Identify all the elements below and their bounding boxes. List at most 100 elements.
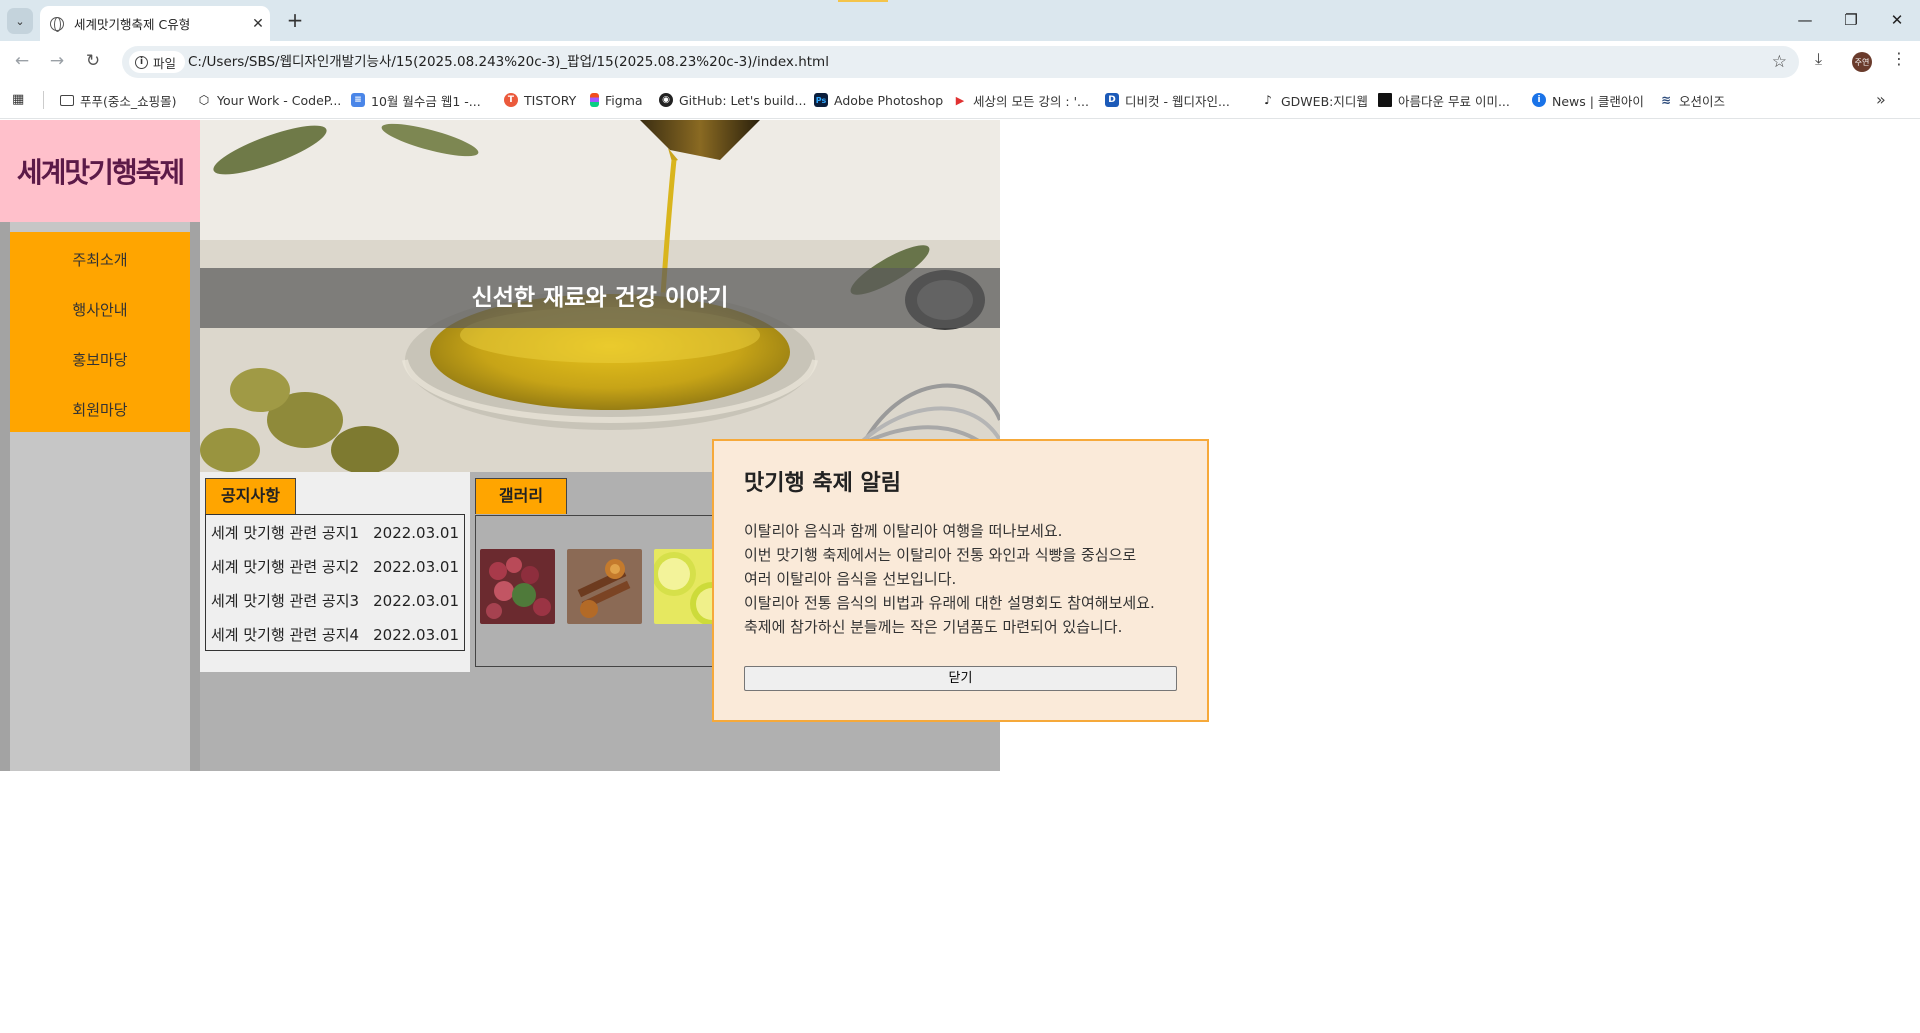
browser-tab[interactable]: 세계맛기행축제 C유형 ✕	[40, 6, 270, 41]
notice-section: 공지사항 세계 맛기행 관련 공지1 2022.03.01 세계 맛기행 관련 …	[200, 472, 470, 672]
gdweb-icon: ♪	[1264, 93, 1272, 107]
notice-title: 세계 맛기행 관련 공지3	[211, 592, 360, 610]
avatar[interactable]: 주연	[1852, 52, 1872, 72]
oceanis-icon: ≋	[1660, 93, 1672, 107]
bookmark-item[interactable]: ♪ GDWEB:지디웹	[1261, 89, 1368, 111]
tab-title: 세계맛기행축제 C유형	[74, 17, 191, 32]
bookmark-label: Figma	[605, 92, 643, 108]
nav-item-promo[interactable]: 홍보마당	[10, 335, 190, 385]
bookmark-item[interactable]: ⬡ Your Work - CodeP...	[197, 89, 342, 111]
bookmark-label: News | 클랜아이	[1552, 93, 1644, 109]
bookmark-item[interactable]: 아름다운 무료 이미...	[1378, 89, 1510, 111]
reload-icon[interactable]: ↻	[79, 47, 107, 75]
address-url[interactable]: C:/Users/SBS/웹디자인개발기능사/15(2025.08.243%20…	[188, 46, 829, 78]
nav-item-event[interactable]: 행사안내	[10, 285, 190, 335]
folder-icon	[60, 94, 74, 106]
play-icon: ▶	[955, 93, 965, 107]
restore-icon[interactable]: ❐	[1828, 6, 1874, 34]
popup-line: 축제에 참가하신 분들께는 작은 기념품도 마련되어 있습니다.	[744, 618, 1123, 636]
bookmark-item[interactable]: 푸푸(중소_쇼핑몰)	[60, 89, 177, 111]
figma-icon	[590, 93, 599, 107]
popup-line: 이번 맛기행 축제에서는 이탈리아 전통 와인과 식빵을 중심으로	[744, 546, 1137, 564]
bookmarks-divider	[43, 91, 44, 109]
docs-icon: ≡	[351, 93, 365, 107]
bookmark-item[interactable]: D 디비컷 - 웹디자인...	[1105, 89, 1230, 111]
apps-grid-icon[interactable]: ▦	[12, 92, 24, 107]
popup-line: 이탈리아 음식과 함께 이탈리아 여행을 떠나보세요.	[744, 522, 1063, 540]
info-icon: i	[135, 55, 148, 69]
notice-title: 세계 맛기행 관련 공지2	[211, 558, 360, 576]
globe-icon	[50, 16, 64, 32]
gallery-tab[interactable]: 갤러리	[475, 478, 567, 514]
bookmarks-overflow-icon[interactable]: »	[1876, 90, 1886, 109]
nav-area: 주최소개 행사안내 홍보마당 회원마당	[10, 222, 190, 771]
bookmark-label: 아름다운 무료 이미...	[1398, 93, 1510, 109]
notice-title: 세계 맛기행 관련 공지1	[211, 524, 360, 542]
popup-close-button[interactable]: 닫기	[744, 666, 1177, 691]
browser-toolbar: ← → ↻ i 파일 C:/Users/SBS/웹디자인개발기능사/15(202…	[0, 41, 1920, 81]
info-icon: i	[1532, 93, 1546, 107]
nav-item-member[interactable]: 회원마당	[10, 385, 190, 435]
list-item[interactable]: 세계 맛기행 관련 공지2 2022.03.01	[206, 553, 464, 587]
menu-kebab-icon[interactable]: ⋮	[1891, 49, 1907, 68]
bookmarks-bar: ▦ 푸푸(중소_쇼핑몰) ⬡ Your Work - CodeP... ≡ 10…	[0, 81, 1920, 119]
bookmark-label: 10월 월수금 웹1 -...	[371, 93, 481, 109]
bookmark-label: 푸푸(중소_쇼핑몰)	[80, 93, 177, 109]
new-tab-button[interactable]: +	[283, 8, 307, 32]
window-close-icon[interactable]: ✕	[1874, 6, 1920, 34]
bookmark-label: 디비컷 - 웹디자인...	[1125, 93, 1230, 109]
popup-line: 이탈리아 전통 음식의 비법과 유래에 대한 설명회도 참여해보세요.	[744, 594, 1155, 612]
notice-title: 세계 맛기행 관련 공지4	[211, 626, 360, 644]
notice-date: 2022.03.01	[373, 524, 459, 542]
bookmark-item[interactable]: ◉ GitHub: Let's build...	[659, 89, 806, 111]
tab-accent	[838, 0, 888, 2]
bookmark-label: GDWEB:지디웹	[1281, 93, 1368, 109]
bookmark-label: 오션이즈	[1679, 93, 1726, 109]
download-icon[interactable]: ⤓	[1815, 49, 1822, 69]
bookmark-item[interactable]: T TISTORY	[504, 89, 576, 111]
bookmark-item[interactable]: Ps Adobe Photoshop	[814, 89, 943, 111]
site-sidebar: 세계맛기행축제 주최소개 행사안내 홍보마당 회원마당	[0, 120, 200, 771]
bookmark-item[interactable]: ≋ 오션이즈	[1659, 89, 1725, 111]
list-item[interactable]: 세계 맛기행 관련 공지1 2022.03.01	[206, 519, 464, 553]
browser-tab-bar: ⌄ 세계맛기행축제 C유형 ✕ + — ❐ ✕	[0, 0, 1920, 41]
notice-popup: 맛기행 축제 알림 이탈리아 음식과 함께 이탈리아 여행을 떠나보세요. 이번…	[712, 439, 1209, 722]
address-bar[interactable]: i 파일 C:/Users/SBS/웹디자인개발기능사/15(2025.08.2…	[122, 46, 1799, 78]
tab-search-chevron-icon[interactable]: ⌄	[7, 8, 33, 34]
dbcut-icon: D	[1105, 93, 1119, 107]
main-nav: 주최소개 행사안내 홍보마당 회원마당	[10, 232, 190, 432]
bookmark-item[interactable]: ▶ 세상의 모든 강의 : '...	[953, 89, 1089, 111]
nav-item-host[interactable]: 주최소개	[10, 235, 190, 285]
gallery-spices-image[interactable]	[567, 549, 642, 624]
bookmark-item[interactable]: Figma	[590, 89, 643, 111]
slide-caption: 신선한 재료와 건강 이야기	[200, 268, 1000, 328]
notice-date: 2022.03.01	[373, 626, 459, 644]
github-icon: ◉	[659, 93, 673, 107]
bookmark-star-icon[interactable]: ☆	[1772, 52, 1787, 72]
popup-title: 맛기행 축제 알림	[744, 471, 901, 496]
bookmark-label: Adobe Photoshop	[834, 92, 944, 108]
bookmark-item[interactable]: ≡ 10월 월수금 웹1 -...	[351, 89, 481, 111]
notice-list: 세계 맛기행 관련 공지1 2022.03.01 세계 맛기행 관련 공지2 2…	[205, 514, 465, 651]
list-item[interactable]: 세계 맛기행 관련 공지4 2022.03.01	[206, 621, 464, 655]
list-item[interactable]: 세계 맛기행 관련 공지3 2022.03.01	[206, 587, 464, 621]
tab-close-icon[interactable]: ✕	[246, 16, 270, 32]
forward-icon[interactable]: →	[43, 47, 71, 75]
gallery-grapes-image[interactable]	[480, 549, 555, 624]
notice-tab[interactable]: 공지사항	[205, 478, 296, 514]
tistory-icon: T	[504, 93, 518, 107]
site-info-chip[interactable]: i 파일	[129, 51, 186, 73]
web-page: 세계맛기행축제 주최소개 행사안내 홍보마당 회원마당 신선한 재료와 건강 이…	[0, 120, 1920, 1033]
address-scheme: 파일	[153, 55, 177, 71]
notice-date: 2022.03.01	[373, 558, 459, 576]
bookmark-item[interactable]: i News | 클랜아이	[1532, 89, 1644, 111]
popup-line: 여러 이탈리아 음식을 선보입니다.	[744, 570, 957, 588]
site-logo[interactable]: 세계맛기행축제	[0, 120, 200, 222]
minimize-icon[interactable]: —	[1782, 6, 1828, 34]
bookmark-label: 세상의 모든 강의 : '...	[973, 93, 1089, 109]
photoshop-icon: Ps	[814, 93, 828, 107]
back-icon[interactable]: ←	[8, 47, 36, 75]
codepen-icon: ⬡	[198, 93, 210, 107]
bookmark-label: TISTORY	[524, 92, 577, 108]
notice-date: 2022.03.01	[373, 592, 459, 610]
